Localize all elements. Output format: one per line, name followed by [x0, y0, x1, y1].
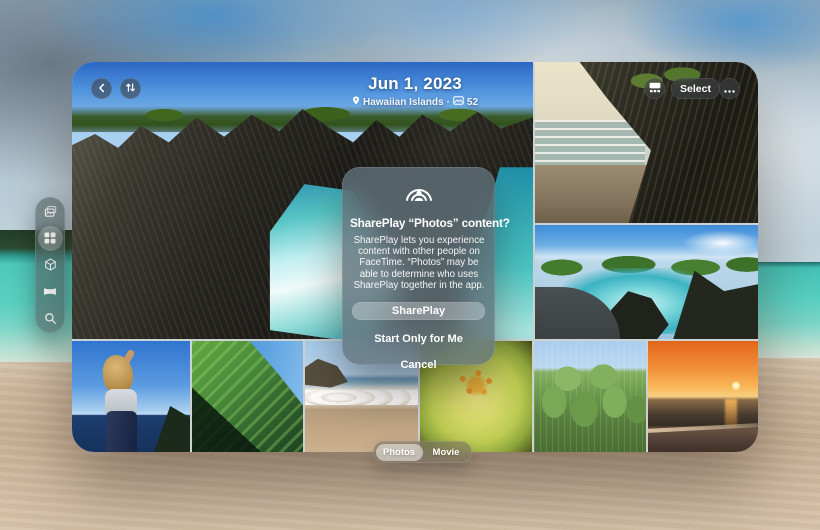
photo-black-sand-cove[interactable]	[535, 225, 758, 339]
photo-green-ridge[interactable]	[192, 341, 303, 452]
photo-sunset[interactable]	[648, 341, 758, 452]
start-only-for-me-button[interactable]: Start Only for Me	[350, 333, 487, 345]
segment-photos[interactable]: Photos	[376, 444, 423, 461]
ellipsis-icon	[724, 80, 735, 98]
select-button[interactable]: Select	[671, 78, 720, 99]
photos-stack-icon	[44, 205, 57, 218]
shareplay-icon	[350, 180, 487, 207]
dialog-body: SharePlay lets you experience content wi…	[350, 235, 488, 291]
panorama-icon	[43, 286, 57, 297]
spatial-cube-icon	[44, 258, 57, 271]
albums-grid-icon	[44, 232, 56, 244]
shareplay-dialog: SharePlay “Photos” content? SharePlay le…	[342, 167, 495, 365]
woman-jeans	[106, 411, 137, 452]
segment-movie[interactable]: Movie	[423, 444, 470, 461]
tab-photos[interactable]	[38, 199, 63, 224]
cancel-button[interactable]: Cancel	[350, 359, 487, 371]
shareplay-confirm-button[interactable]: SharePlay	[352, 302, 485, 320]
photo-woman-ocean[interactable]	[72, 341, 190, 452]
sunset-foam-line	[648, 424, 758, 434]
back-button[interactable]	[91, 78, 112, 99]
app-tab-bar	[35, 197, 65, 333]
cave-beach-sea	[535, 120, 645, 168]
woman-cliff	[154, 406, 190, 452]
flower-stamens	[454, 367, 498, 407]
tab-search[interactable]	[38, 306, 63, 331]
photos-app-scene: Jun 1, 2023 Hawaiian Islands · 52	[0, 0, 820, 530]
surf-rocks	[305, 359, 348, 388]
sunset-sun	[721, 374, 751, 400]
tab-albums[interactable]	[38, 226, 63, 251]
tab-panoramas[interactable]	[38, 279, 63, 304]
tab-spatial[interactable]	[38, 252, 63, 277]
view-options-button[interactable]	[644, 78, 665, 99]
photo-cactus[interactable]	[534, 341, 646, 452]
search-icon	[44, 312, 57, 325]
dialog-title: SharePlay “Photos” content?	[350, 216, 487, 230]
sunset-reflection	[725, 399, 737, 427]
shareplay-confirm-label: SharePlay	[392, 305, 445, 317]
view-switcher: Photos Movie	[373, 441, 472, 463]
more-button[interactable]	[719, 78, 740, 99]
arrow-up-arrow-down-icon	[125, 80, 136, 98]
chevron-left-icon	[97, 80, 107, 98]
background-ocean-right	[753, 262, 820, 358]
surf-foam	[305, 390, 418, 406]
cactus-pads	[534, 341, 646, 452]
thumbnails-below-rectangle-icon	[649, 80, 661, 98]
select-button-label: Select	[680, 83, 711, 95]
sort-button[interactable]	[120, 78, 141, 99]
